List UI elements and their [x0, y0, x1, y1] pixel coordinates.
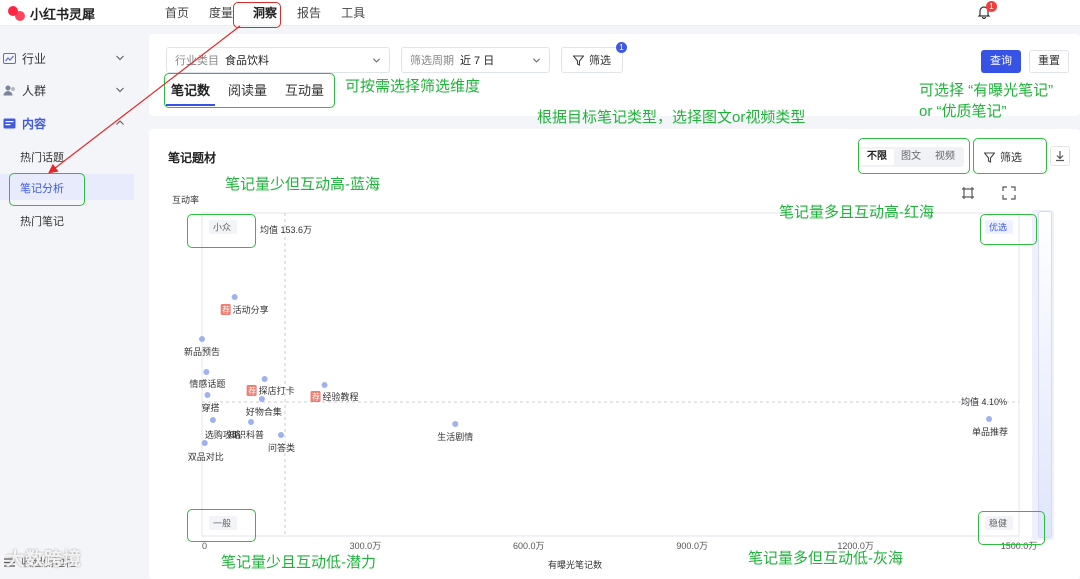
annotation-exposure-line2: or “优质笔记” — [919, 103, 1007, 120]
point-label: 穿搭 — [201, 402, 219, 413]
annotation-tabs-box — [164, 73, 335, 108]
point-label: 生活剧情 — [437, 431, 473, 442]
hot-badge-label: 荐 — [248, 386, 256, 396]
scatter-point[interactable] — [248, 419, 255, 425]
annotation-filter-box — [973, 138, 1047, 174]
annotation-filter-dims: 可按需选择筛选维度 — [345, 78, 481, 95]
scatter-point[interactable] — [201, 440, 208, 446]
annotation-type-box — [858, 138, 970, 174]
x-tick-label: 0 — [202, 541, 207, 551]
point-label: 好物合集 — [246, 406, 282, 417]
watermark-logo: 大数跨境 — [6, 549, 82, 569]
point-label: 问答类 — [268, 442, 295, 453]
y-axis-label: 互动率 — [172, 194, 199, 205]
plot-area — [201, 212, 1020, 537]
point-label: 知识科普 — [228, 429, 264, 440]
point-label: 单品推荐 — [972, 426, 1008, 437]
scatter-chart: 互动率 均值 153.6万 均值 4.10% 有曝光笔记数 0 300.0万 600… — [172, 194, 1037, 570]
annotation-insight-box — [233, 2, 281, 28]
scatter-point[interactable] — [986, 416, 993, 422]
point-label: 活动分享 — [233, 304, 269, 315]
point-label: 情感话题 — [189, 378, 225, 389]
scatter-point[interactable] — [199, 336, 205, 342]
point-label: 双品对比 — [188, 451, 224, 462]
point-label: 经验教程 — [323, 391, 359, 402]
annotation-potential: 笔记量少且互动低-潜力 — [221, 554, 376, 571]
annotation-note-type: 根据目标笔记类型，选择图文or视频类型 — [537, 109, 806, 126]
scatter-point[interactable] — [209, 417, 216, 423]
x-axis-label: 有曝光笔记数 — [548, 559, 602, 570]
annotation-blue-ocean: 笔记量少但互动高-蓝海 — [225, 176, 380, 193]
x-tick-label: 300.0万 — [350, 541, 382, 551]
annotation-red-box — [980, 214, 1037, 245]
mean-y-label: 均值 4.10% — [961, 396, 1007, 407]
scatter-point[interactable] — [258, 396, 265, 402]
scatter-point[interactable] — [321, 382, 328, 388]
scatter-point[interactable] — [231, 294, 238, 300]
annotation-note-analysis-box — [9, 173, 85, 206]
annotation-grey-ocean: 笔记量多但互动低-灰海 — [748, 550, 903, 567]
annotation-blue-box — [187, 214, 256, 248]
x-tick-label: 600.0万 — [513, 541, 545, 551]
annotation-exposure-line1: 可选择 “有曝光笔记” — [919, 82, 1054, 99]
scatter-point[interactable] — [203, 369, 210, 375]
zoom-slider-handle[interactable] — [1038, 211, 1052, 538]
annotation-red-ocean: 笔记量多且互动高-红海 — [779, 204, 934, 221]
scatter-point[interactable] — [277, 432, 284, 438]
mean-x-label: 均值 153.6万 — [260, 224, 312, 235]
point-label: 探店打卡 — [259, 385, 295, 396]
annotation-potential-box — [187, 509, 256, 542]
scatter-point[interactable] — [452, 421, 459, 427]
annotation-grey-box — [978, 511, 1045, 545]
hot-badge-label: 荐 — [312, 392, 320, 402]
x-tick-label: 900.0万 — [676, 541, 708, 551]
scatter-point[interactable] — [261, 376, 268, 382]
point-label: 新品预告 — [184, 346, 220, 357]
hot-badge-label: 荐 — [222, 305, 230, 315]
scatter-point[interactable] — [204, 392, 211, 398]
